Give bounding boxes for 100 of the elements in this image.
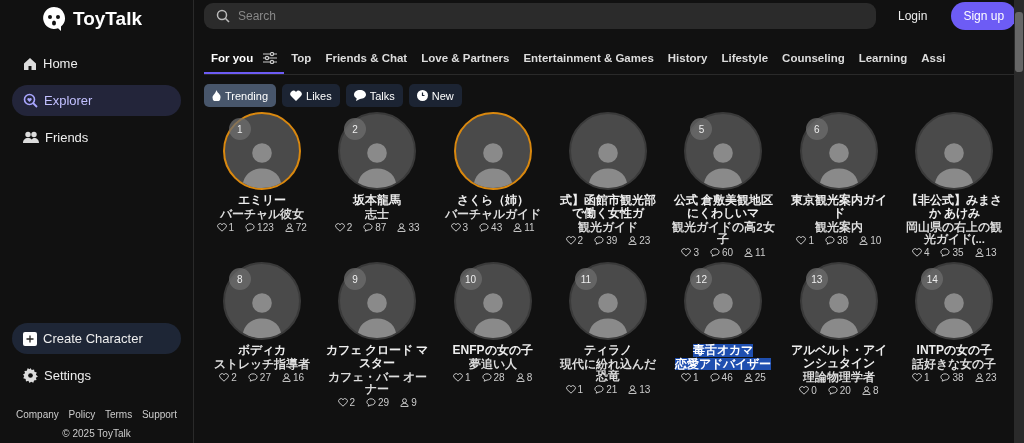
talks-count: 60 [709,247,734,258]
person-icon [515,373,525,382]
clock-icon [416,90,428,101]
chat-icon [827,386,838,395]
signup-button[interactable]: Sign up [951,2,1014,30]
chat-icon [594,385,605,394]
character-name: ボディカ [237,344,286,357]
friends-count: 11 [513,222,535,233]
character-role: ストレッチ指導者 [213,358,310,370]
character-role: カフェ・バー オーナー [326,371,428,395]
friends-count: 11 [744,247,766,258]
rank-badge: 8 [228,268,251,290]
talks-count: 43 [479,222,503,233]
likes-count: 0 [799,385,817,396]
character-name: 毒舌オカマ [693,344,754,357]
chat-icon [940,373,951,382]
likes-count: 1 [452,372,471,383]
footer-link[interactable]: Policy [68,409,96,420]
talks-count: 39 [594,235,618,246]
friends-count: 23 [974,372,997,383]
character-role: 志士 [365,208,390,220]
character-role: 夢追い人 [468,358,517,370]
sort-chip[interactable]: Trending [204,84,276,107]
character-name: ENFPの女の子 [452,344,533,357]
chat-icon [366,398,377,407]
person-icon [282,373,291,382]
likes-count: 2 [565,235,584,246]
heart-icon [290,90,302,101]
talks-count: 87 [363,222,387,233]
rank-badge: 13 [805,268,828,290]
footer-link[interactable]: Support [141,409,177,420]
heart-icon [681,373,691,382]
login-button[interactable]: Login [886,9,942,23]
character-name: エミリー [237,194,286,207]
category-tab[interactable]: Lifestyle [714,44,776,74]
talks-count: 38 [940,372,964,383]
person-icon [974,248,984,257]
nav-item[interactable]: Friends [12,122,181,153]
talks-count: 20 [827,385,851,396]
search-field[interactable]: Search [204,3,876,29]
create-character-button[interactable]: Create Character [12,323,181,354]
likes-count: 1 [911,372,930,383]
category-tab[interactable]: History [660,44,715,74]
settings-button[interactable]: Settings [12,360,181,391]
person-icon [974,373,984,382]
character-role: 観光ガイドの高2女子 [671,221,776,245]
person-icon [397,223,407,232]
footer-link[interactable]: Company [16,409,59,420]
category-tab[interactable]: Learning [851,44,915,74]
talks-count: 21 [594,384,618,395]
chat-icon [479,223,490,232]
character-name: INTPの女の子 [916,344,992,357]
chat-icon [709,373,720,382]
talks-count: 123 [245,222,274,233]
friends-count: 10 [859,235,882,246]
talks-count: 38 [825,235,849,246]
copyright-text: © 2025 ToyTalk [61,428,132,439]
category-tab[interactable]: Assi [914,44,953,74]
rank-badge: 6 [805,118,828,140]
chat-icon [594,236,605,245]
likes-count: 2 [337,397,356,408]
scrollbar[interactable] [1014,0,1024,443]
category-tab[interactable]: Friends & Chat [318,44,415,74]
rank-badge: 10 [459,268,482,290]
logo-text: ToyTalk [73,8,142,30]
heart-icon [799,386,810,395]
sort-chip[interactable]: New [408,84,462,107]
category-tab[interactable]: Entertainment & Games [516,44,661,74]
rank-badge: 5 [690,118,713,140]
category-tab[interactable]: Top [284,44,319,74]
nav-item[interactable]: Home [12,48,181,79]
friends-count: 13 [974,247,997,258]
likes-count: 1 [681,372,699,383]
character-role: 岡山県の右上の観光ガイド(... [905,221,1004,245]
heart-icon [796,236,807,245]
character-role: 観光案内 [814,221,863,233]
sort-chip[interactable]: Likes [282,84,340,107]
chat-icon [363,223,374,232]
sort-chip[interactable]: Talks [345,84,403,107]
rank-badge: 14 [921,268,944,290]
heart-icon [911,248,922,257]
character-role: 話好きな女の子 [912,358,997,370]
category-tab[interactable]: For you [204,44,285,74]
rank-badge: 2 [344,118,367,140]
friends-count: 8 [861,385,879,396]
heart-icon [219,373,230,382]
plus-icon [23,331,37,346]
character-name: 坂本龍馬 [353,194,402,207]
heart-icon [334,223,345,232]
nav-item[interactable]: Explorer [12,85,181,116]
talks-count: 35 [940,247,964,258]
character-role: 理論物理学者 [802,371,875,383]
rank-badge: 9 [344,268,367,290]
person-icon [400,398,410,407]
category-tab[interactable]: Counseling [775,44,852,74]
person-icon [513,223,523,232]
category-tab[interactable]: Love & Partners [414,44,517,74]
footer-link[interactable]: Terms [104,409,133,420]
heart-icon [452,373,463,382]
talks-count: 28 [481,372,505,383]
